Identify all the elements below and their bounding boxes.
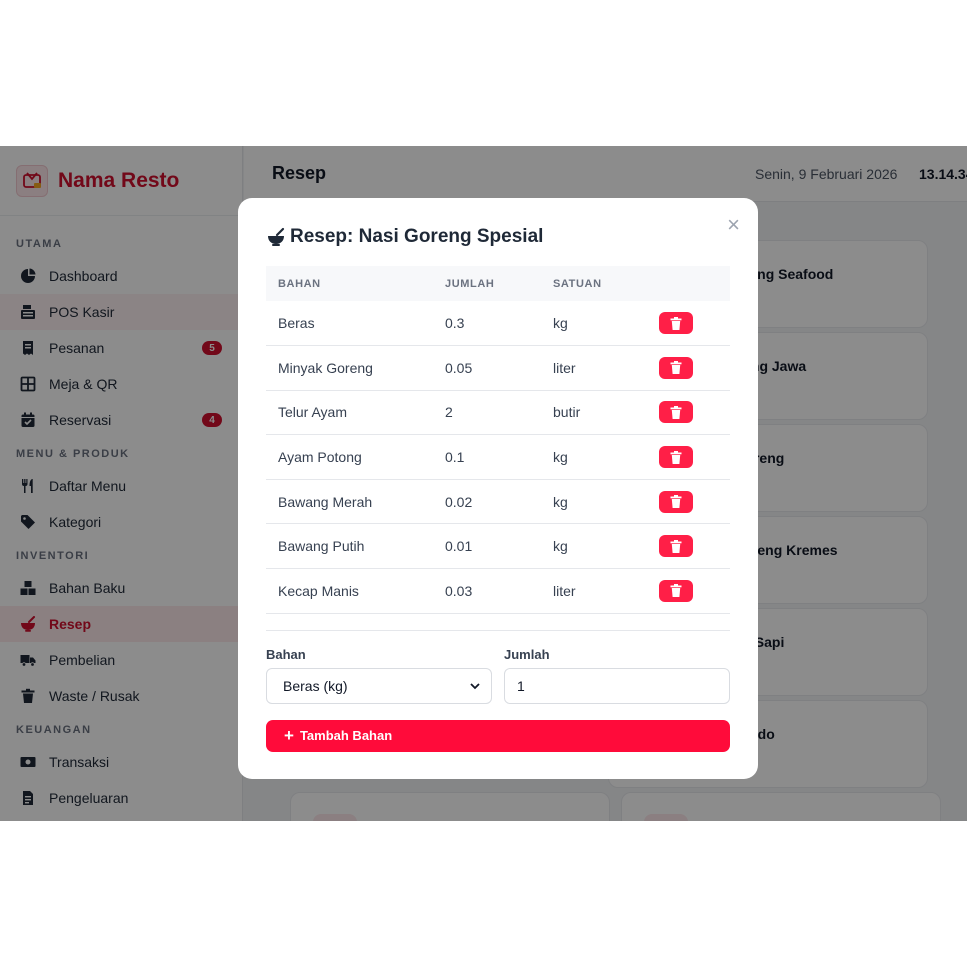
table-row: Ayam Potong 0.1 kg <box>266 434 730 480</box>
jumlah-input[interactable]: 1 <box>504 667 730 704</box>
cell-jumlah: 0.1 <box>433 434 541 480</box>
table-row: Kecap Manis 0.03 liter <box>266 568 730 614</box>
cell-satuan: kg <box>541 523 647 570</box>
bahan-label: Bahan <box>266 646 306 662</box>
cell-bahan: Kecap Manis <box>266 568 433 614</box>
chevron-down-icon <box>469 680 481 692</box>
trash-icon <box>670 316 682 330</box>
jumlah-field-group: Jumlah 1 <box>504 647 730 704</box>
form-divider <box>266 629 730 631</box>
jumlah-input-value: 1 <box>517 677 525 694</box>
delete-ingredient-button[interactable] <box>659 490 693 513</box>
column-header-bahan: BAHAN <box>278 277 321 290</box>
cell-bahan: Bawang Putih <box>266 523 433 570</box>
trash-icon <box>670 450 682 464</box>
plus-icon: + <box>284 726 294 746</box>
cell-satuan: kg <box>541 434 647 480</box>
cell-satuan: kg <box>541 301 647 347</box>
app-window: Nama Resto UTAMA Dashboard POS Kasir Pesana… <box>0 146 967 821</box>
recipe-modal: × Resep: Nasi Goreng Spesial BAHAN JUMLA… <box>238 198 758 779</box>
ingredient-table: BAHAN JUMLAH SATUAN Beras 0.3 kg Minyak Gor… <box>266 266 730 614</box>
table-row: Telur Ayam 2 butir <box>266 390 730 436</box>
table-row: Bawang Merah 0.02 kg <box>266 479 730 525</box>
modal-title: Resep: Nasi Goreng Spesial <box>266 226 730 248</box>
add-ingredient-label: Tambah Bahan <box>299 728 393 744</box>
cell-actions <box>647 568 730 614</box>
column-header-actions <box>647 266 730 301</box>
trash-icon <box>670 584 682 598</box>
cell-bahan: Minyak Goreng <box>266 345 433 391</box>
trash-icon <box>670 495 682 509</box>
table-header-row: BAHAN JUMLAH SATUAN <box>266 266 730 301</box>
cell-bahan: Beras <box>266 301 433 347</box>
add-ingredient-button[interactable]: + Tambah Bahan <box>266 719 730 752</box>
delete-ingredient-button[interactable] <box>659 356 693 379</box>
cell-actions <box>647 301 730 347</box>
table-row: Minyak Goreng 0.05 liter <box>266 345 730 391</box>
cell-satuan: kg <box>541 479 647 525</box>
mortar-pestle-icon <box>266 227 286 247</box>
cell-jumlah: 0.05 <box>433 345 541 391</box>
cell-bahan: Telur Ayam <box>266 390 433 436</box>
ingredient-table-body: Beras 0.3 kg Minyak Goreng 0.05 liter Telur Ay… <box>266 301 730 614</box>
column-header-jumlah: JUMLAH <box>445 277 495 290</box>
cell-bahan: Ayam Potong <box>266 434 433 480</box>
cell-satuan: liter <box>541 568 647 614</box>
modal-title-text: Resep: Nasi Goreng Spesial <box>290 226 544 247</box>
cell-actions <box>647 479 730 525</box>
column-header-satuan: SATUAN <box>553 277 602 290</box>
cell-satuan: butir <box>541 390 647 436</box>
cell-actions <box>647 434 730 480</box>
cell-jumlah: 0.02 <box>433 479 541 525</box>
cell-actions <box>647 345 730 391</box>
trash-icon <box>670 361 682 375</box>
cell-jumlah: 0.3 <box>433 301 541 347</box>
bahan-field-group: Bahan Beras (kg) <box>266 647 492 704</box>
cell-jumlah: 0.01 <box>433 523 541 570</box>
trash-icon <box>670 539 682 553</box>
bahan-select-value: Beras (kg) <box>283 677 348 694</box>
cell-jumlah: 2 <box>433 390 541 436</box>
cell-actions <box>647 523 730 570</box>
close-icon[interactable]: × <box>727 214 740 236</box>
table-row: Bawang Putih 0.01 kg <box>266 523 730 570</box>
delete-ingredient-button[interactable] <box>659 401 693 424</box>
delete-ingredient-button[interactable] <box>659 579 693 602</box>
delete-ingredient-button[interactable] <box>659 535 693 558</box>
cell-satuan: liter <box>541 345 647 391</box>
add-ingredient-form: Bahan Beras (kg) Jumlah 1 <box>266 647 730 704</box>
jumlah-label: Jumlah <box>504 646 550 662</box>
trash-icon <box>670 405 682 419</box>
table-row: Beras 0.3 kg <box>266 301 730 347</box>
cell-actions <box>647 390 730 436</box>
bahan-select[interactable]: Beras (kg) <box>266 667 492 704</box>
cell-bahan: Bawang Merah <box>266 479 433 525</box>
cell-jumlah: 0.03 <box>433 568 541 614</box>
delete-ingredient-button[interactable] <box>659 312 693 335</box>
delete-ingredient-button[interactable] <box>659 446 693 469</box>
